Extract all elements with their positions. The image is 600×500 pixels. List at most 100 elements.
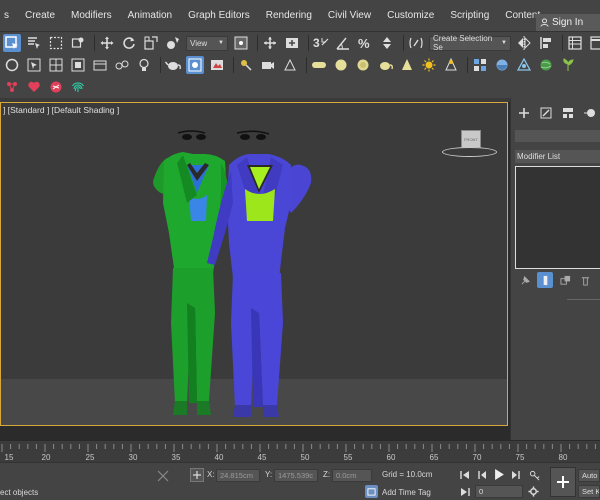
link-icon[interactable] (113, 56, 131, 74)
window-crossing-icon[interactable] (69, 34, 87, 52)
layer-explorer-icon[interactable] (566, 34, 584, 52)
bulb-icon[interactable] (135, 56, 153, 74)
menu-item-create[interactable]: Create (17, 10, 63, 21)
y-coordinate-field[interactable]: 1475.539c (274, 469, 318, 482)
absolute-mode-icon[interactable] (190, 468, 204, 482)
render-setup-icon[interactable] (208, 56, 226, 74)
chevron-down-icon: ▼ (501, 40, 507, 46)
sun-light-icon[interactable] (420, 56, 438, 74)
rectangular-selection-icon[interactable] (47, 34, 65, 52)
object-name-field[interactable] (515, 130, 600, 142)
light-icon[interactable] (237, 56, 255, 74)
perspective-viewport[interactable]: ] [Standard ] [Default Shading ] FRONT (0, 102, 508, 426)
z-coordinate-field[interactable]: 0.0cm (332, 469, 372, 482)
fingerprint-icon[interactable] (69, 78, 87, 96)
auto-key-button[interactable]: Auto (578, 469, 600, 482)
current-frame-field[interactable]: 0 (475, 485, 523, 498)
time-configuration-icon[interactable] (527, 485, 540, 498)
previous-frame-icon[interactable] (476, 469, 488, 481)
sunglasses-right (236, 130, 270, 140)
menu-item-animation[interactable]: Animation (120, 10, 180, 21)
angle-snap-icon[interactable] (334, 34, 352, 52)
heart-icon[interactable] (25, 78, 43, 96)
create-tab-icon[interactable] (515, 104, 533, 122)
menu-item-edit[interactable]: s (0, 10, 17, 21)
main-toolbar: View ▼ 3 % Create Selection Se ▼ (0, 32, 600, 54)
menu-item-modifiers[interactable]: Modifiers (63, 10, 120, 21)
edit-named-selection-icon[interactable] (407, 34, 425, 52)
particle-icon[interactable] (3, 78, 21, 96)
select-region-icon[interactable] (25, 56, 43, 74)
snaps-toggle-icon[interactable]: 3 (312, 34, 330, 52)
pivot-center-icon[interactable] (232, 34, 250, 52)
sphere-primitive-icon[interactable] (332, 56, 350, 74)
plane-primitive-icon[interactable] (310, 56, 328, 74)
toolbar-separator (306, 57, 307, 73)
sign-in-button[interactable]: Sign In (536, 14, 600, 31)
modifier-list-dropdown[interactable]: Modifier List (515, 150, 600, 163)
menu-item-scripting[interactable]: Scripting (442, 10, 497, 21)
play-icon[interactable] (493, 468, 506, 481)
select-and-rotate-icon[interactable] (120, 34, 138, 52)
time-tag-icon[interactable] (365, 485, 378, 498)
modify-tab-icon[interactable] (537, 104, 555, 122)
x-label: X: (207, 470, 215, 479)
menu-item-graph-editors[interactable]: Graph Editors (180, 10, 258, 21)
hair-icon[interactable] (47, 78, 65, 96)
select-by-name-icon[interactable] (25, 34, 43, 52)
menu-item-civil-view[interactable]: Civil View (320, 10, 379, 21)
select-object-icon[interactable] (3, 34, 21, 52)
teapot-icon[interactable] (164, 56, 182, 74)
manipulate-icon[interactable] (261, 34, 279, 52)
scene-explorer-icon[interactable] (91, 56, 109, 74)
key-filter-icon[interactable] (528, 469, 541, 482)
cone-primitive-icon[interactable] (398, 56, 416, 74)
svg-text:3: 3 (313, 36, 320, 50)
toggle-ribbon-icon[interactable] (588, 34, 600, 52)
modifier-stack[interactable] (515, 166, 600, 269)
foliage-icon[interactable] (559, 56, 577, 74)
material-editor-icon[interactable] (471, 56, 489, 74)
toolbar-separator (233, 57, 234, 73)
camera-icon[interactable] (259, 56, 277, 74)
pin-stack-icon[interactable] (517, 272, 533, 288)
globe-icon[interactable] (537, 56, 555, 74)
keyboard-shortcut-override-icon[interactable] (283, 34, 301, 52)
time-ruler[interactable]: 15 20 25 30 35 40 45 50 55 60 65 70 75 8… (0, 440, 600, 462)
hierarchy-tab-icon[interactable] (559, 104, 577, 122)
helper-icon[interactable] (281, 56, 299, 74)
go-to-end-icon[interactable] (459, 486, 471, 498)
motion-tab-icon[interactable] (581, 104, 599, 122)
next-frame-icon[interactable] (510, 469, 522, 481)
viewport-layout-icon[interactable] (47, 56, 65, 74)
reference-coordinate-dropdown[interactable]: View ▼ (186, 35, 228, 51)
mirror-icon[interactable] (515, 34, 533, 52)
named-selection-dropdown[interactable]: Create Selection Se ▼ (429, 34, 511, 52)
go-to-start-icon[interactable] (459, 469, 471, 481)
circle-select-icon[interactable] (3, 56, 21, 74)
teapot-primitive-icon[interactable] (376, 56, 394, 74)
menu-item-customize[interactable]: Customize (379, 10, 442, 21)
align-icon[interactable] (537, 34, 555, 52)
render-frame-icon[interactable] (186, 56, 204, 74)
set-key-button[interactable]: Set K (578, 485, 600, 498)
menu-item-rendering[interactable]: Rendering (258, 10, 320, 21)
percent-snap-icon[interactable]: % (356, 34, 374, 52)
geosphere-primitive-icon[interactable] (354, 56, 372, 74)
isolate-selection-icon[interactable] (69, 56, 87, 74)
show-end-result-icon[interactable] (537, 272, 553, 288)
select-and-scale-icon[interactable] (142, 34, 160, 52)
make-unique-icon[interactable] (557, 272, 573, 288)
spinner-snap-icon[interactable] (378, 34, 396, 52)
lock-selection-icon[interactable] (156, 469, 170, 483)
remove-modifier-icon[interactable] (577, 272, 593, 288)
add-time-tag-label[interactable]: Add Time Tag (382, 488, 431, 497)
select-and-move-icon[interactable] (98, 34, 116, 52)
environment-icon[interactable] (515, 56, 533, 74)
select-and-place-icon[interactable] (164, 34, 182, 52)
x-coordinate-field[interactable]: 24.815cm (216, 469, 260, 482)
spotlight-icon[interactable] (442, 56, 460, 74)
material-sphere-icon[interactable] (493, 56, 511, 74)
set-key-large-icon[interactable] (550, 467, 576, 497)
suits-model[interactable] (1, 103, 508, 426)
